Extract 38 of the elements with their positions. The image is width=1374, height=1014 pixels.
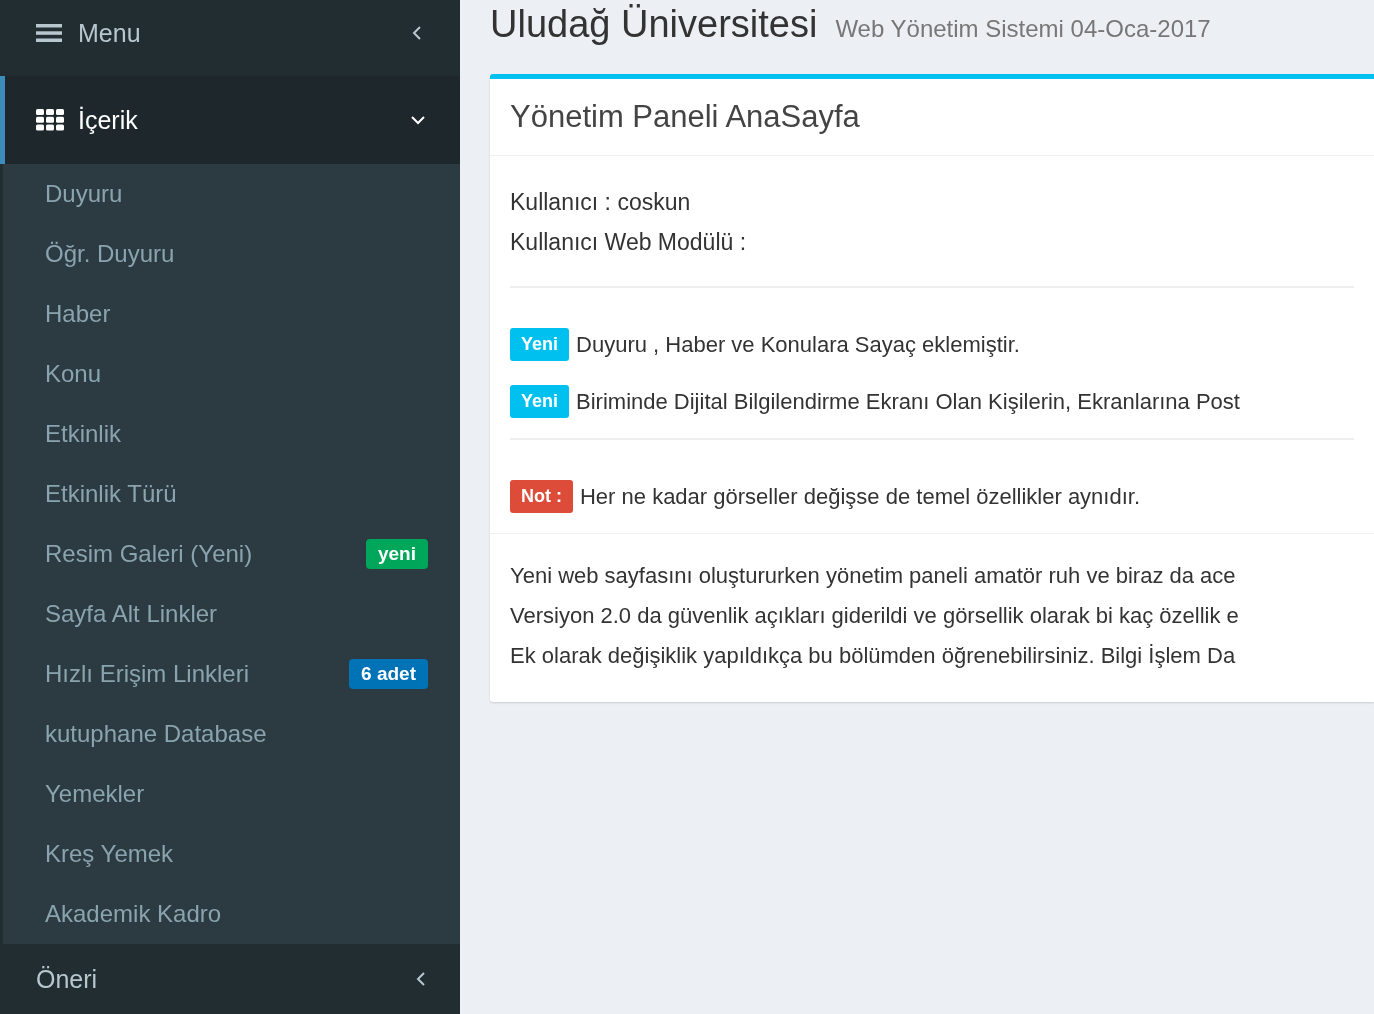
count-badge: 6 adet	[349, 659, 428, 689]
label-badge: Yeni	[510, 328, 570, 361]
menu-item[interactable]: Duyuru	[45, 180, 123, 208]
user-info-line: Kullanıcı Web Modülü :	[510, 228, 748, 257]
menu-item[interactable]: Konu	[45, 360, 102, 388]
grid-icon	[36, 109, 64, 131]
section-label: İçerik	[78, 105, 139, 135]
sidebar-section[interactable]: İçerik	[0, 76, 460, 164]
page-title: Uludağ Üniversitesi	[490, 2, 818, 47]
info-text-line: Yeni web sayfasını oluştururken yönetim paneli amatör ruh ve biraz da ace	[510, 562, 1237, 590]
chevron-left-icon	[416, 971, 426, 987]
menu-item[interactable]: Hızlı Erişim Linkleri	[45, 660, 250, 688]
user-info-line: Kullanıcı : coskun	[510, 188, 692, 217]
info-text-line: Versiyon 2.0 da güvenlik açıkları giderildi ve görsellik olarak bi kaç özellik e	[510, 602, 1240, 630]
menu-item[interactable]: Akademik Kadro	[45, 900, 222, 928]
menu-title: Menu	[78, 18, 142, 48]
label-badge: Not :	[510, 480, 573, 513]
chevron-down-icon	[410, 115, 426, 125]
chevron-left-icon[interactable]	[412, 25, 422, 41]
count-badge: yeni	[365, 539, 428, 569]
menu-icon[interactable]	[36, 23, 62, 43]
card-title: Yönetim Paneli AnaSayfa	[510, 99, 861, 135]
menu-item[interactable]: Etkinlik Türü	[45, 480, 177, 508]
info-text-line: Ek olarak değişiklik yapıldıkça bu bölümden öğrenebilirsiniz. Bilgi İşlem Da	[510, 642, 1237, 670]
notice-text: Biriminde Dijital Bilgilendirme Ekranı Olan Kişilerin, Ekranlarına Post	[576, 388, 1240, 415]
menu-item[interactable]: kutuphane Database	[45, 720, 267, 748]
label-badge: Yeni	[510, 385, 570, 418]
menu-item[interactable]: Etkinlik	[45, 420, 122, 448]
section-label: Öneri	[36, 964, 99, 994]
menu-item[interactable]: Yemekler	[45, 780, 145, 808]
menu-item[interactable]: Resim Galeri (Yeni)	[45, 540, 253, 568]
menu-item[interactable]: Öğr. Duyuru	[45, 240, 175, 268]
menu-item[interactable]: Kreş Yemek	[45, 840, 174, 868]
notice-text: Her ne kadar görseller değişse de temel özellikler aynıdır.	[580, 483, 1141, 510]
menu-item[interactable]: Sayfa Alt Linkler	[45, 600, 218, 628]
menu-item[interactable]: Haber	[45, 300, 111, 328]
page-subtitle: Web Yönetim Sistemi 04-Oca-2017	[835, 15, 1211, 43]
notice-text: Duyuru , Haber ve Konulara Sayaç eklemiştir.	[576, 331, 1020, 358]
